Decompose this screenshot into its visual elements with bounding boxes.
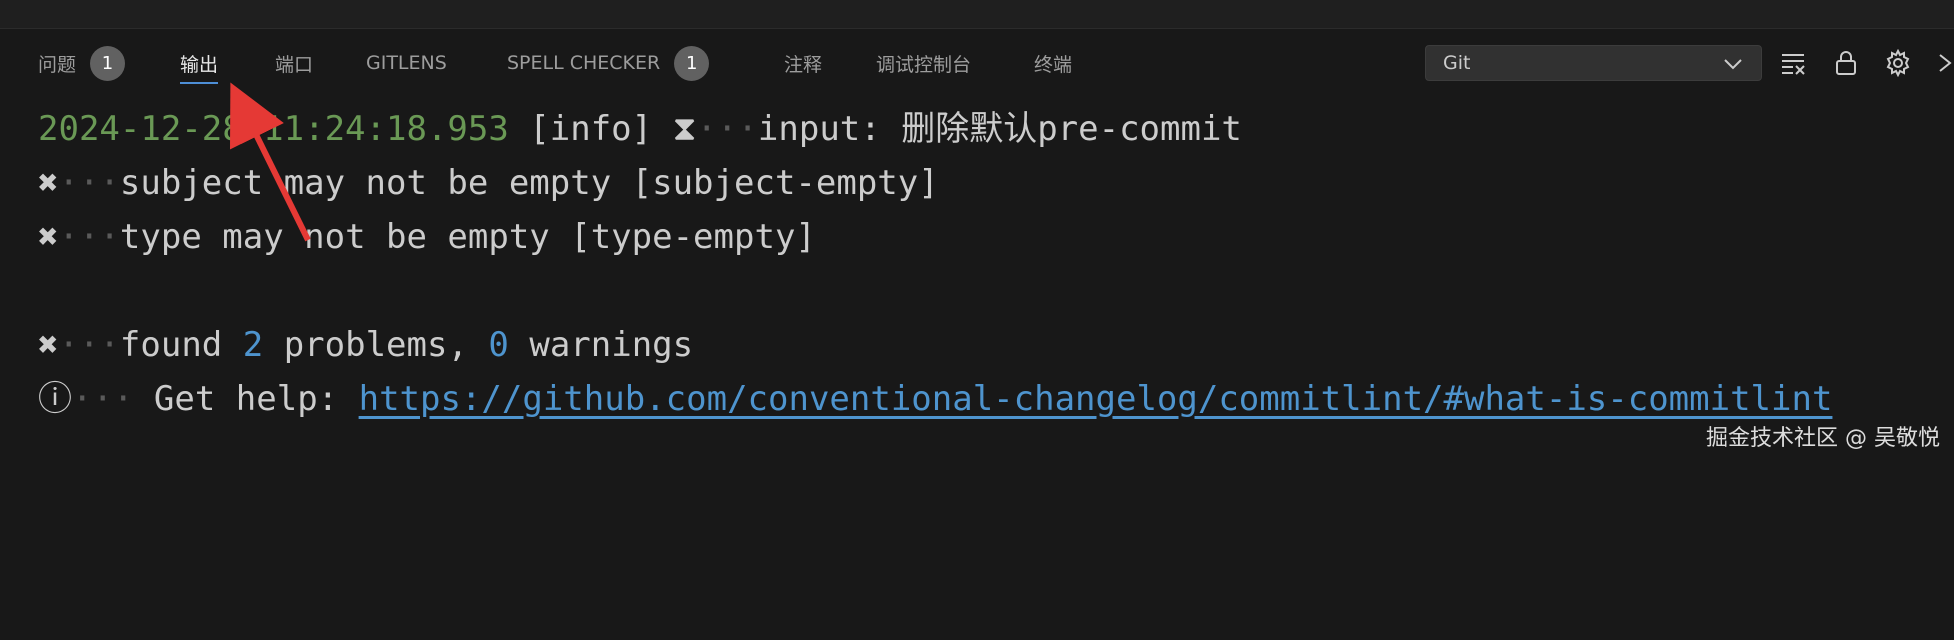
log-line: ✖···subject may not be empty [subject-em… bbox=[38, 156, 939, 210]
tab-output-label: 输出 bbox=[180, 53, 219, 76]
info-circle-icon: ⓘ bbox=[38, 379, 72, 419]
whitespace-dots: ··· bbox=[58, 163, 120, 203]
hourglass-icon: ⧗ bbox=[672, 109, 697, 149]
log-timestamp: 2024-12-28 11:24:18.953 bbox=[38, 109, 509, 149]
tab-debug-console-label: 调试控制台 bbox=[876, 53, 972, 76]
tab-ports[interactable]: 端口 bbox=[275, 29, 313, 97]
log-line: ✖···found 2 problems, 0 warnings bbox=[38, 318, 693, 372]
output-channel-value: Git bbox=[1443, 52, 1471, 74]
tab-output[interactable]: 输出 bbox=[180, 29, 219, 97]
tab-debug-console[interactable]: 调试控制台 bbox=[876, 29, 971, 97]
log-message-part: Get help: bbox=[153, 379, 359, 419]
log-message: subject may not be empty [subject-empty] bbox=[119, 163, 939, 203]
tab-terminal[interactable]: 终端 bbox=[1034, 29, 1072, 97]
whitespace-dots: ··· bbox=[72, 379, 134, 419]
error-cross-icon: ✖ bbox=[38, 325, 59, 365]
watermark: 掘金技术社区 @ 吴敬悦 bbox=[1706, 426, 1940, 451]
whitespace-dots: ··· bbox=[696, 109, 758, 149]
tab-spell-checker[interactable]: SPELL CHECKER 1 bbox=[507, 29, 710, 97]
active-tab-indicator bbox=[180, 82, 219, 84]
tab-comments[interactable]: 注释 bbox=[784, 29, 822, 97]
overflow-icon[interactable] bbox=[1934, 49, 1954, 77]
error-cross-icon: ✖ bbox=[38, 163, 59, 203]
gear-icon[interactable] bbox=[1884, 49, 1912, 77]
output-log: 2024-12-28 11:24:18.953 [info] ⧗···input… bbox=[0, 100, 1954, 640]
log-level: [info] bbox=[529, 109, 653, 149]
tab-gitlens[interactable]: GITLENS bbox=[366, 29, 447, 97]
log-message: input: 删除默认pre-commit bbox=[757, 109, 1242, 149]
whitespace-dots: ··· bbox=[58, 325, 120, 365]
problems-count: 2 bbox=[242, 325, 264, 365]
log-message-part: found bbox=[119, 325, 243, 365]
problems-count-badge: 1 bbox=[90, 45, 126, 81]
tab-problems[interactable]: 问题 1 bbox=[38, 29, 126, 97]
warnings-count: 0 bbox=[488, 325, 509, 365]
whitespace-dots: ··· bbox=[58, 217, 120, 257]
commitlint-help-link[interactable]: https://github.com/conventional-changelo… bbox=[359, 379, 1833, 419]
log-message-part: problems, bbox=[263, 325, 489, 365]
error-cross-icon: ✖ bbox=[38, 217, 59, 257]
chevron-down-icon bbox=[1724, 59, 1742, 70]
tab-terminal-label: 终端 bbox=[1034, 53, 1073, 76]
tab-comments-label: 注释 bbox=[784, 53, 823, 76]
tab-gitlens-label: GITLENS bbox=[366, 52, 447, 74]
tab-problems-label: 问题 bbox=[38, 53, 77, 76]
log-line: ✖···type may not be empty [type-empty] bbox=[38, 210, 816, 264]
spell-checker-count-badge: 1 bbox=[674, 45, 710, 81]
top-strip bbox=[0, 0, 1954, 29]
log-line: ⓘ··· Get help: https://github.com/conven… bbox=[38, 372, 1832, 426]
clear-output-icon[interactable] bbox=[1779, 49, 1807, 77]
tab-ports-label: 端口 bbox=[275, 53, 314, 76]
log-message-part: warnings bbox=[508, 325, 694, 365]
lock-scroll-icon[interactable] bbox=[1832, 49, 1860, 77]
tab-spell-checker-label: SPELL CHECKER bbox=[507, 52, 661, 74]
log-line: 2024-12-28 11:24:18.953 [info] ⧗···input… bbox=[38, 102, 1242, 156]
output-channel-select[interactable]: Git bbox=[1425, 45, 1762, 81]
log-message: type may not be empty [type-empty] bbox=[119, 217, 816, 257]
